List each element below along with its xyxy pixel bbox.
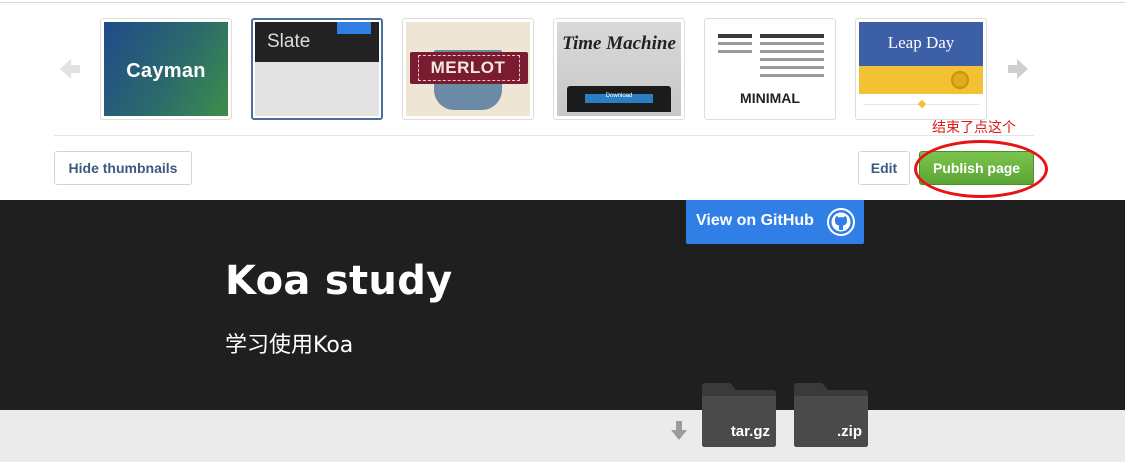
edit-button[interactable]: Edit [858,151,910,185]
project-tagline: 学习使用Koa [225,333,354,358]
theme-thumbnail-slate[interactable]: Slate [251,18,383,120]
publish-page-button[interactable]: Publish page [919,151,1034,185]
download-badge-label: Download [605,93,633,99]
slate-preview: Slate [255,22,379,116]
download-badge: Download [585,93,653,103]
leap-day-header: Leap Day [859,22,983,66]
download-zip-label: .zip [837,423,862,440]
project-header [0,200,1125,410]
theme-thumbnail-cayman[interactable]: Cayman [100,18,232,120]
theme-thumbnail-minimal[interactable]: MINIMAL [704,18,836,120]
theme-name: MINIMAL [740,90,800,106]
download-tar-gz-button[interactable]: tar.gz [700,382,778,448]
theme-thumbnail-time-machine[interactable]: Time Machine Download [553,18,685,120]
minimal-preview: MINIMAL [708,22,832,116]
download-area [0,410,1125,462]
theme-name: Slate [267,31,311,52]
theme-name: Cayman [126,60,206,82]
theme-name: MERLOT [430,58,506,77]
top-border [0,2,1125,3]
project-title: Koa study [225,258,453,304]
toolbar-divider [54,135,1034,136]
download-zip-button[interactable]: .zip [792,382,870,448]
theme-thumbnail-leap-day[interactable]: Leap Day [855,18,987,120]
next-theme-arrow-icon[interactable] [1006,56,1030,82]
leap-day-preview: Leap Day [859,22,983,116]
previous-theme-arrow-icon[interactable] [58,56,82,82]
download-tar-gz-label: tar.gz [730,423,770,440]
view-on-github-button[interactable]: View on GitHub [686,200,864,244]
view-on-github-label: View on GitHub [696,212,814,229]
theme-thumbnail-merlot[interactable]: MERLOT [402,18,534,120]
download-arrow-icon [671,421,687,440]
hide-thumbnails-button[interactable]: Hide thumbnails [54,151,192,185]
theme-name: Leap Day [887,33,955,52]
theme-name: Time Machine [562,33,676,54]
annotation-note: 结束了点这个 [932,120,1016,136]
diamond-icon [917,99,927,109]
github-octocat-icon [827,208,855,236]
github-badge-icon [951,71,969,89]
cayman-preview: Cayman [104,22,228,116]
time-machine-preview: Time Machine Download [557,22,681,116]
merlot-preview: MERLOT [406,22,530,116]
slate-accent-flag [337,22,371,34]
